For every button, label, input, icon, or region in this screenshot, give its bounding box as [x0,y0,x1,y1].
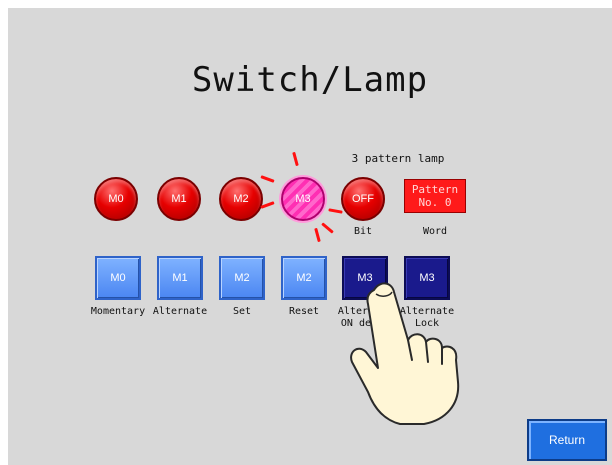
lamp-bit: OFF [341,177,385,221]
hmi-screen: Switch/Lamp 3 pattern lamp M0 M1 M2 M3 O… [8,8,612,465]
switch-momentary-m0[interactable]: M0 [95,256,141,300]
lamp-group-caption: 3 pattern lamp [351,152,445,165]
switch-alternate-m1[interactable]: M1 [157,256,203,300]
word-lamp: Pattern No. 0 [404,179,466,213]
word-lamp-line2: No. 0 [418,196,452,209]
pointing-hand-icon [350,282,460,425]
lamp-m3: M3 [281,177,325,221]
page-title: Switch/Lamp [191,60,429,100]
word-caption: Word [422,226,448,237]
word-lamp-line1: Pattern [411,183,459,196]
bit-caption: Bit [353,226,373,237]
switch-set-m2[interactable]: M2 [219,256,265,300]
return-button[interactable]: Return [527,419,607,461]
switch-reset-m2[interactable]: M2 [281,256,327,300]
lamp-m2: M2 [219,177,263,221]
lamp-m1: M1 [157,177,201,221]
lamp-m0: M0 [94,177,138,221]
